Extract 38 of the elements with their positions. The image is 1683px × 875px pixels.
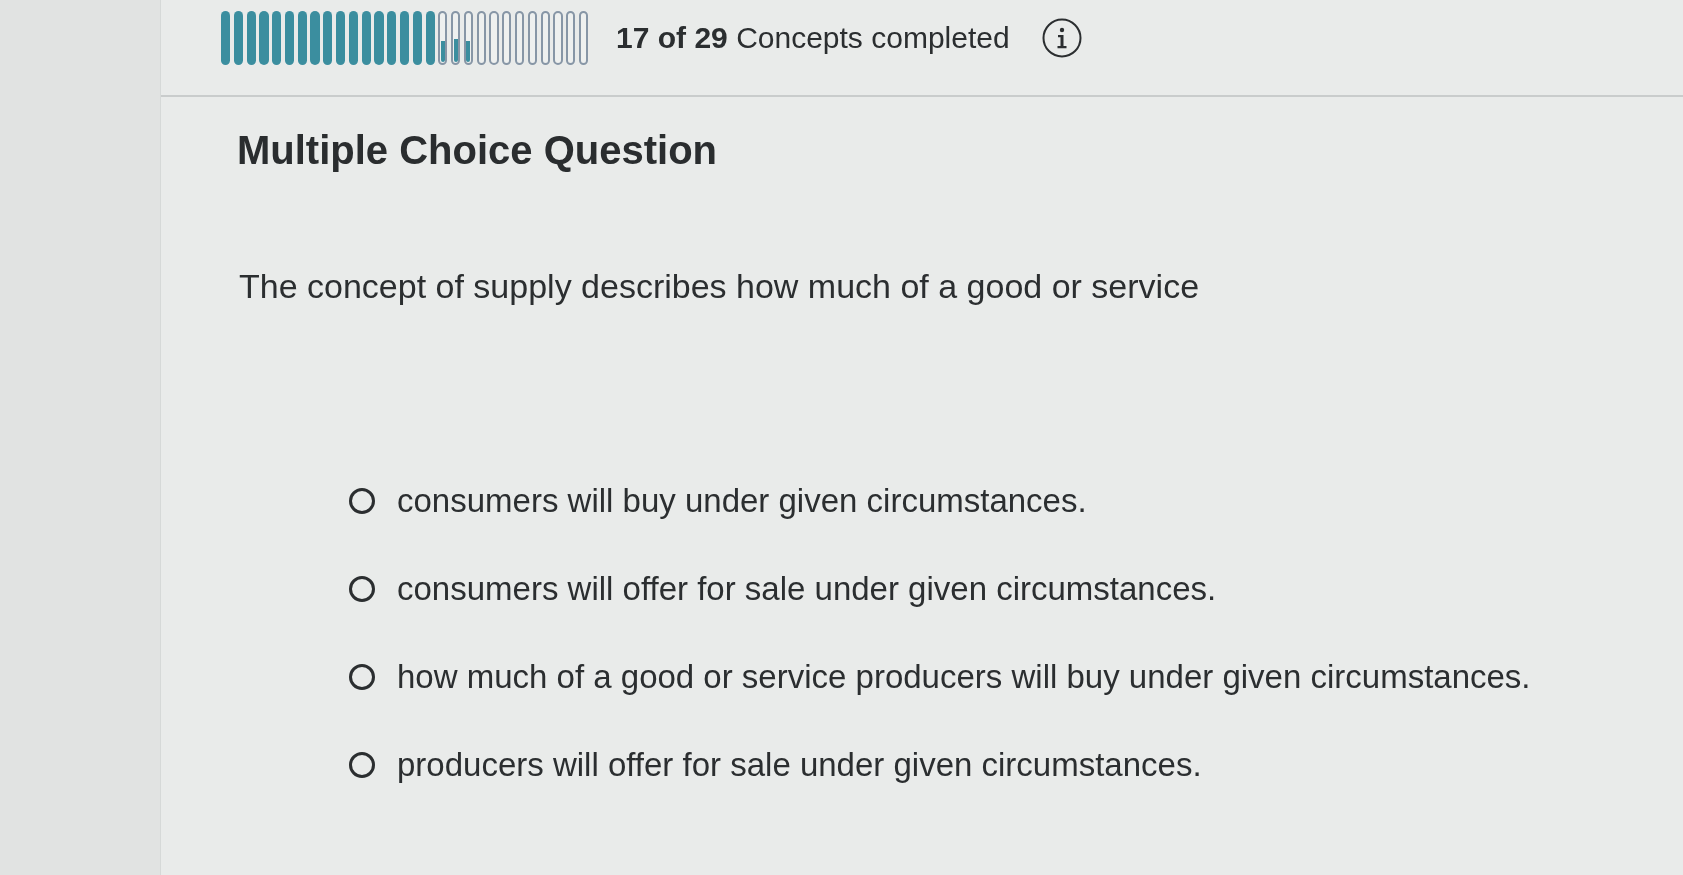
option-label[interactable]: how much of a good or service producers will buy under given circumstances. — [397, 658, 1531, 696]
empty-segment — [489, 11, 499, 65]
info-icon[interactable] — [1041, 18, 1082, 58]
empty-segment — [527, 11, 537, 65]
empty-segment — [553, 11, 563, 65]
completed-segment — [374, 11, 384, 65]
question-type-title: Multiple Choice Question — [237, 128, 719, 173]
completed-segment — [425, 11, 435, 65]
empty-segment — [476, 11, 486, 65]
completed-segment — [336, 11, 346, 65]
option-label[interactable]: producers will offer for sale under given circumstances. — [397, 746, 1202, 784]
completed-segment — [399, 11, 410, 65]
option-label[interactable]: consumers will offer for sale under given circumstances. — [397, 570, 1217, 608]
completed-segment — [361, 11, 371, 65]
completed-segment — [272, 11, 282, 65]
completed-segment — [246, 11, 256, 65]
empty-segment — [540, 11, 550, 65]
completed-segment — [297, 11, 307, 65]
question-text: The concept of supply describes how much of a good or service — [239, 267, 1201, 306]
completed-segment — [221, 11, 231, 65]
completed-segment — [323, 11, 333, 65]
completed-segment — [348, 11, 358, 65]
completed-segment — [259, 11, 269, 65]
progress-label: 17 of 29 Concepts completed — [616, 21, 1010, 55]
option-label[interactable]: consumers will buy under given circumstances. — [397, 482, 1087, 520]
radio-button[interactable] — [349, 576, 375, 602]
completed-segment — [233, 11, 243, 65]
completed-segment — [412, 11, 422, 65]
radio-button[interactable] — [349, 664, 375, 690]
completed-segment — [387, 11, 397, 65]
radio-button[interactable] — [349, 752, 375, 778]
completed-segment — [284, 11, 295, 65]
empty-segment — [566, 11, 576, 65]
empty-segment — [578, 11, 589, 65]
empty-segment — [502, 11, 512, 65]
empty-segment — [514, 11, 525, 65]
radio-button[interactable] — [349, 488, 375, 514]
completed-segment — [310, 11, 320, 65]
